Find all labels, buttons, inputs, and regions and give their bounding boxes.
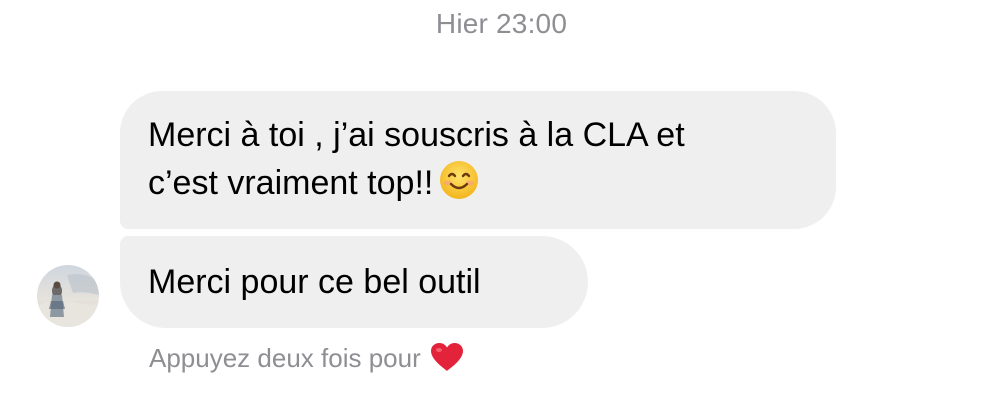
message-text-line: c’est vraiment top!! (148, 164, 434, 202)
double-tap-hint-text: Appuyez deux fois pour (149, 343, 421, 373)
message-text-line: Merci pour ce bel outil (148, 263, 481, 301)
smiling-face-icon (439, 160, 479, 213)
message-text-line-with-emoji: c’est vraiment top!! (148, 159, 806, 213)
contact-avatar[interactable] (37, 265, 99, 327)
message-bubble[interactable]: Merci pour ce bel outil (120, 236, 588, 328)
double-tap-hint: Appuyez deux fois pour (149, 340, 465, 382)
message-text-line: Merci à toi , j’ai souscris à la CLA et (148, 116, 685, 154)
message-timestamp: Hier 23:00 (435, 8, 568, 39)
heart-icon (429, 341, 465, 382)
message-bubble[interactable]: Merci à toi , j’ai souscris à la CLA et … (120, 91, 836, 229)
